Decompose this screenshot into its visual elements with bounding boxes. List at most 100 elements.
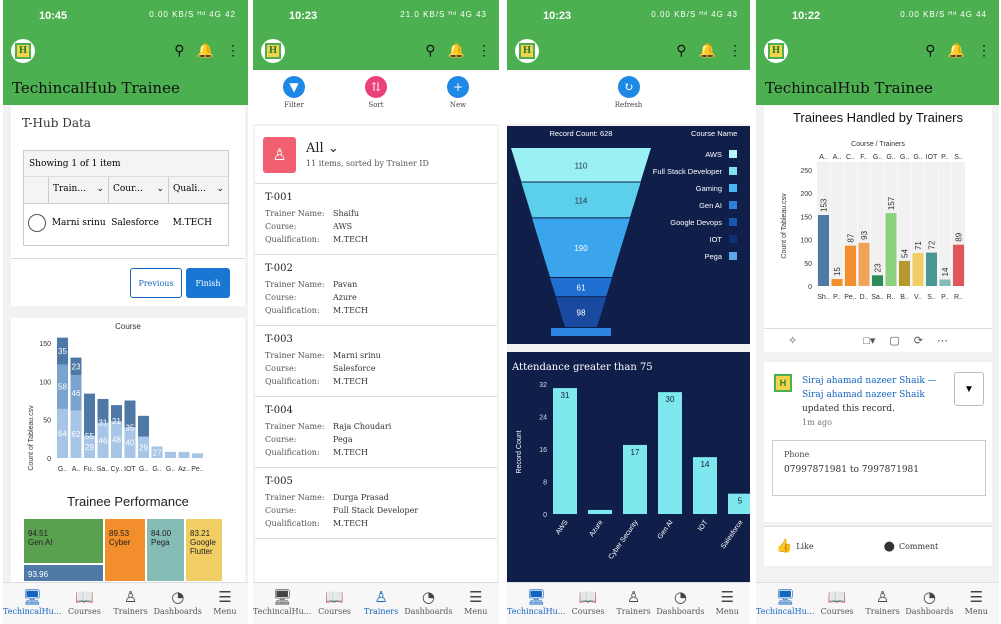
trainer-name: Pavan (333, 280, 358, 289)
like-icon[interactable]: 👍 (776, 539, 792, 554)
trainer-name: Durga Prasad (333, 493, 389, 502)
bell-icon[interactable]: 🔔 (448, 42, 465, 59)
data-label: 58 (58, 383, 67, 392)
like-button[interactable]: Like (796, 542, 813, 551)
tile-pega[interactable]: 84.00 Pega (146, 518, 185, 582)
table-row[interactable]: Marni srinu Salesforce M.TECH (24, 204, 228, 242)
y-tick: 200 (800, 191, 812, 198)
search-icon[interactable]: ⚲ (676, 42, 686, 59)
tableau-icon[interactable]: ✧ (788, 334, 797, 347)
menu-icon: ☰ (218, 588, 232, 606)
tile-cyber[interactable]: 89.53 Cyber (104, 518, 146, 582)
row-radio[interactable] (28, 214, 46, 232)
nav-dashboards[interactable]: ◔ Dashboards (404, 583, 452, 624)
nav-courses[interactable]: 📖 Courses (61, 583, 107, 624)
col-course[interactable]: Cour... ⌄ (108, 177, 168, 203)
view-icon: ♙ (263, 136, 296, 173)
nav-home[interactable]: 🖥 TechincalHu... (3, 583, 61, 624)
tile-flutter[interactable]: 83.21 Google Flutter (185, 518, 223, 582)
nav-menu[interactable]: ☰ Menu (202, 583, 248, 624)
nav-home[interactable]: 🖥 TechincalHu... (253, 583, 311, 624)
sort-button[interactable]: ⇅ Sort (365, 76, 387, 124)
bell-icon[interactable]: 🔔 (948, 42, 965, 59)
more-icon[interactable]: ⋮ (477, 42, 491, 59)
screen-dashboards: 10:23 0.00 KB/S ᴴᵈ 4G 43 H ⚲ 🔔 ⋮ ↻ Refresh R… (507, 0, 750, 624)
chevron-down-icon: ⌄ (327, 141, 339, 156)
more-icon[interactable]: ⋮ (977, 42, 991, 59)
data-label: 5 (738, 497, 743, 506)
expand-button[interactable]: ▼ (954, 372, 984, 406)
more-icon[interactable]: ⋮ (728, 42, 742, 59)
monitor-icon: 🖥 (775, 588, 795, 606)
nav-menu[interactable]: ☰ Menu (705, 583, 750, 624)
list-item[interactable]: T-002 Trainer Name: Pavan Course: Azure Quali… (255, 255, 497, 326)
comment-icon[interactable]: ▢ (889, 334, 899, 347)
nav-home[interactable]: 🖥 TechincalHu... (756, 583, 814, 624)
list-item[interactable]: T-004 Trainer Name: Raja Choudari Course: Pe… (255, 397, 497, 468)
x-tick: Az.. (178, 466, 190, 473)
nav-trainers[interactable]: ♙ Trainers (108, 583, 154, 624)
share-icon[interactable]: ⟳ (914, 334, 923, 347)
legend-item: Full Stack Developer (653, 167, 723, 176)
x-tick: G.. (166, 466, 175, 473)
present-icon[interactable]: □▾ (863, 334, 875, 347)
data-label: 64 (58, 429, 67, 438)
caret-down-icon: ▼ (964, 383, 974, 395)
list-item[interactable]: T-003 Trainer Name: Marni srinu Course: Sale… (255, 326, 497, 397)
y-tick: 250 (800, 168, 812, 175)
x-tick: Pe.. (844, 294, 857, 301)
tile-genai[interactable]: 94.51 Gen AI (23, 518, 104, 564)
app-logo[interactable]: H (764, 39, 788, 63)
app-logo-small: H (774, 374, 792, 392)
nav-dashboards[interactable]: ◔ Dashboards (905, 583, 953, 624)
nav-home[interactable]: 🖥 TechincalHu... (507, 583, 565, 624)
search-icon[interactable]: ⚲ (925, 42, 935, 59)
search-icon[interactable]: ⚲ (425, 42, 435, 59)
new-button[interactable]: + New (447, 76, 469, 124)
nav-trainers[interactable]: ♙ Trainers (611, 583, 656, 624)
filter-button[interactable]: ▼ Filter (283, 76, 305, 124)
nav-courses[interactable]: 📖 Courses (565, 583, 610, 624)
finish-button[interactable]: Finish (186, 268, 230, 298)
status-bar: 10:22 0.00 KB/S ᴴᵈ 4G 44 (756, 0, 999, 32)
more-icon[interactable]: ⋮ (226, 42, 240, 59)
col-trainer[interactable]: Train... ⌄ (48, 177, 108, 203)
legend-swatch (729, 201, 737, 209)
trainer-name: Raja Choudari (333, 422, 392, 431)
app-logo[interactable]: H (261, 39, 285, 63)
view-selector[interactable]: All ⌄ (306, 141, 429, 156)
legend-item: Google Devops (670, 218, 722, 227)
search-icon[interactable]: ⚲ (174, 42, 184, 59)
nav-dashboards[interactable]: ◔ Dashboards (656, 583, 704, 624)
top-tick: G.. (886, 154, 895, 161)
nav-menu[interactable]: ☰ Menu (954, 583, 999, 624)
app-logo[interactable]: H (515, 39, 539, 63)
funnel-label: 61 (577, 284, 586, 293)
comment-bubble-icon[interactable]: ● (884, 539, 895, 554)
bell-icon[interactable]: 🔔 (197, 42, 214, 59)
nav-menu[interactable]: ☰ Menu (453, 583, 499, 624)
list-item[interactable]: T-005 Trainer Name: Durga Prasad Course: Ful… (255, 468, 497, 539)
list-item[interactable]: T-001 Trainer Name: Shaifu Course: AWS Qualif… (255, 184, 497, 255)
more-icon[interactable]: ⋯ (937, 334, 948, 347)
trainer-name: Marni srinu (333, 351, 381, 360)
bar-segment (178, 451, 190, 458)
status-bar: 10:23 0.00 KB/S ᴴᵈ 4G 43 (507, 0, 750, 32)
col-qual[interactable]: Quali... ⌄ (168, 177, 228, 203)
tile-extra[interactable]: 93.96 (23, 564, 104, 582)
author-link[interactable]: Siraj ahamad nazeer Shaik — Siraj ahamad… (802, 376, 937, 400)
app-logo[interactable]: H (11, 39, 35, 63)
refresh-button[interactable]: ↻ Refresh (615, 76, 642, 124)
trainer-icon: ♙ (123, 588, 138, 606)
bell-icon[interactable]: 🔔 (699, 42, 716, 59)
status-bar: 10:45 0.00 KB/S ᴴᵈ 4G 42 (3, 0, 248, 32)
comment-button[interactable]: Comment (899, 542, 938, 551)
funnel-segment (551, 328, 611, 336)
previous-button[interactable]: Previous (130, 268, 182, 298)
nav-courses[interactable]: 📖 Courses (311, 583, 357, 624)
nav-trainers[interactable]: ♙ Trainers (860, 583, 905, 624)
nav-courses[interactable]: 📖 Courses (814, 583, 859, 624)
nav-trainers[interactable]: ♙ Trainers (358, 583, 404, 624)
y-tick: 0 (543, 512, 547, 519)
nav-dashboards[interactable]: ◔ Dashboards (154, 583, 202, 624)
